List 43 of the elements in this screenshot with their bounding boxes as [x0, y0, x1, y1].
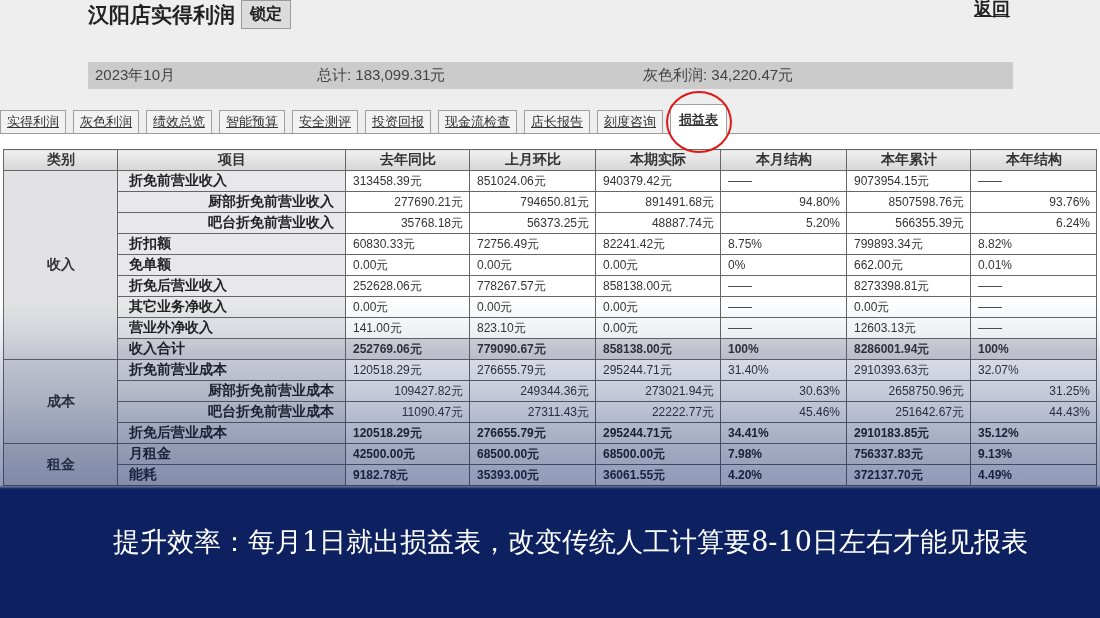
tab[interactable]: 投资回报 — [365, 110, 431, 133]
tab[interactable]: 绩效总览 — [146, 110, 212, 133]
item-cell: 其它业务净收入 — [117, 296, 346, 318]
item-cell: 折免后营业收入 — [117, 275, 346, 297]
column-header: 本年累计 — [846, 149, 971, 171]
category-cell: 收入 — [3, 170, 118, 360]
lock-button[interactable]: 锁定 — [241, 0, 291, 29]
column-header: 去年同比 — [345, 149, 470, 171]
item-cell: 折免前营业成本 — [117, 359, 346, 381]
tab[interactable]: 灰色利润 — [73, 110, 139, 133]
item-cell: 厨部折免前营业成本 — [117, 380, 346, 402]
tab[interactable]: 智能预算 — [219, 110, 285, 133]
column-header: 上月环比 — [469, 149, 596, 171]
item-cell: 折免前营业收入 — [117, 170, 346, 192]
column-header: 类别 — [3, 149, 118, 171]
back-link[interactable]: 返回 — [974, 0, 1010, 18]
month-label: 2023年10月 — [95, 66, 177, 85]
item-cell: 营业外净收入 — [117, 317, 346, 339]
item-cell: 折扣额 — [117, 233, 346, 255]
column-header: 本月结构 — [720, 149, 847, 171]
item-cell: 月租金 — [117, 443, 346, 465]
item-cell: 厨部折免前营业收入 — [117, 191, 346, 213]
tab[interactable]: 实得利润 — [0, 110, 66, 133]
tab[interactable]: 刻度咨询 — [597, 110, 663, 133]
category-cell: 租金 — [3, 443, 118, 486]
total-amount: 总计: 183,099.31元 — [317, 66, 447, 85]
tab[interactable]: 安全测评 — [292, 110, 358, 133]
caption-text: 提升效率：每月1日就出损益表，改变传统人工计算要8-10日左右才能见报表 — [113, 526, 1028, 558]
category-cell: 成本 — [3, 359, 118, 444]
item-cell: 折免后营业成本 — [117, 422, 346, 444]
column-header: 项目 — [117, 149, 346, 171]
tab[interactable]: 店长报告 — [524, 110, 590, 133]
item-cell: 收入合计 — [117, 338, 346, 360]
tab[interactable]: 现金流检查 — [438, 110, 517, 133]
page-title: 汉阳店实得利润 — [88, 3, 235, 27]
item-cell: 免单额 — [117, 254, 346, 276]
item-cell: 能耗 — [117, 464, 346, 486]
profit-amount: 灰色利润: 34,220.47元 — [643, 66, 794, 85]
item-cell: 吧台折免前营业成本 — [117, 401, 346, 423]
item-cell: 吧台折免前营业收入 — [117, 212, 346, 234]
column-header: 本期实际 — [595, 149, 721, 171]
tab[interactable]: 损益表 — [670, 104, 727, 134]
column-header: 本年结构 — [970, 149, 1097, 171]
